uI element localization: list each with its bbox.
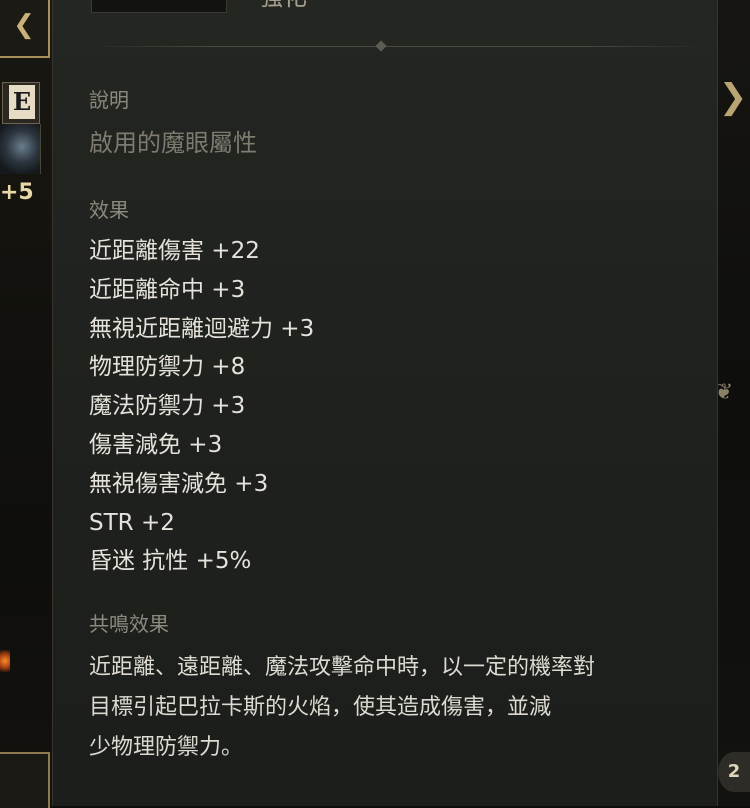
divider-diamond-icon [375, 40, 387, 52]
effect-line: 無視近距離迴避力 +3 [89, 315, 315, 342]
effect-line: 近距離命中 +3 [89, 276, 246, 303]
effects-list: 近距離傷害 +22 近距離命中 +3 無視近距離迴避力 +3 物理防禦力 +8 … [89, 234, 314, 583]
description-label: 說明 [89, 88, 129, 112]
description-text: 啟用的魔眼屬性 [89, 129, 257, 157]
resonance-line: 近距離、遠距離、魔法攻擊命中時，以一定的機率對 [89, 655, 596, 680]
effect-line: 無視傷害減免 +3 [89, 470, 269, 497]
effect-line: 傷害減免 +3 [89, 431, 223, 458]
slot-letter: E [9, 85, 35, 119]
chevron-left-icon[interactable]: ❮ [0, 0, 50, 58]
effect-line: STR +2 [89, 509, 175, 536]
effect-line: 物理防禦力 +8 [89, 354, 246, 381]
resonance-line: 少物理防禦力。 [89, 735, 244, 760]
effect-line: 昏迷 抗性 +5% [89, 548, 252, 575]
item-tooltip: 強化 說明 啟用的魔眼屬性 效果 近距離傷害 +22 近距離命中 +3 無視近距… [52, 0, 718, 806]
divider [87, 46, 707, 47]
chevron-right-icon[interactable]: ❯ [716, 62, 750, 132]
magic-eye-gem-icon[interactable] [0, 124, 41, 174]
ember-icon [0, 650, 10, 672]
effect-line: 魔法防禦力 +3 [89, 393, 246, 420]
slot-level-badge: +5 [0, 180, 34, 205]
resonance-line: 目標引起巴拉卡斯的火焰，使其造成傷害，並減 [89, 695, 552, 720]
effects-label: 效果 [89, 198, 129, 222]
equipment-slot-bottom[interactable] [0, 752, 50, 808]
effect-line: 近距離傷害 +22 [89, 238, 260, 264]
equipment-slot-e[interactable]: E [2, 82, 40, 124]
item-icon-frame [91, 0, 227, 13]
count-badge: 2 [718, 752, 750, 792]
resonance-label: 共鳴效果 [89, 612, 169, 636]
resonance-text: 近距離、遠距離、魔法攻擊命中時，以一定的機率對 目標引起巴拉卡斯的火焰，使其造成… [89, 648, 719, 768]
item-title: 強化 [259, 0, 307, 12]
